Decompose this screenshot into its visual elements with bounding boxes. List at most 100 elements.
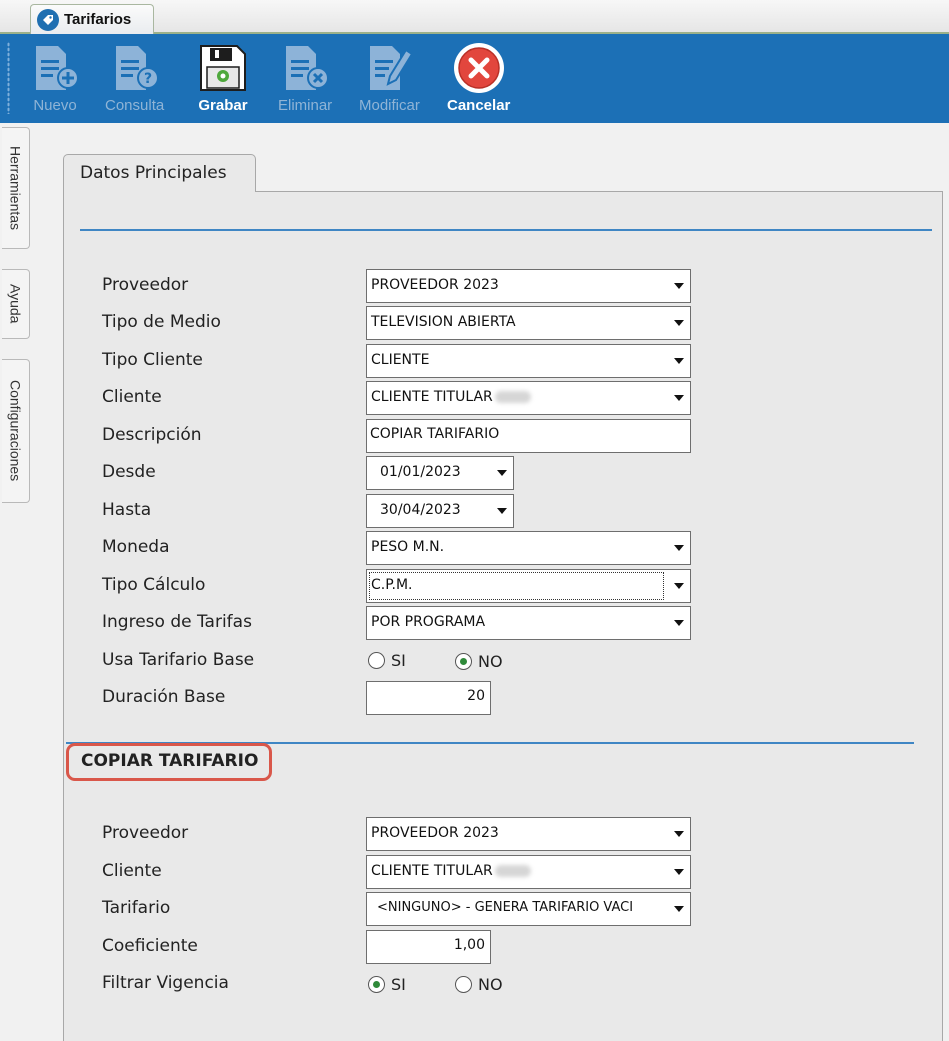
tipo-cliente-label: Tipo Cliente <box>102 350 203 370</box>
new-document-icon <box>28 40 82 96</box>
cliente-select[interactable]: CLIENTE TITULAR <box>366 381 691 415</box>
chevron-down-icon[interactable] <box>668 345 690 377</box>
cliente-label: Cliente <box>102 387 162 407</box>
moneda-select[interactable]: PESO M.N. <box>366 531 691 565</box>
duracion-base-input[interactable]: 20 <box>366 681 491 715</box>
descripcion-input[interactable]: COPIAR TARIFARIO <box>366 419 691 453</box>
tipo-calculo-select[interactable]: C.P.M. <box>366 569 691 603</box>
tipo-medio-select[interactable]: TELEVISION ABIERTA <box>366 306 691 340</box>
copiar-tarifario-title: COPIAR TARIFARIO <box>66 743 272 781</box>
chevron-down-icon[interactable] <box>668 818 690 850</box>
tipo-medio-label: Tipo de Medio <box>102 312 221 332</box>
duracion-base-label: Duración Base <box>102 687 226 707</box>
copiar-proveedor-label: Proveedor <box>102 823 189 843</box>
copiar-cliente-select[interactable]: CLIENTE TITULAR <box>366 855 691 889</box>
tarifario-value: <NINGUNO> - GENERA TARIFARIO VACI <box>377 900 634 915</box>
query-button[interactable]: ? Consulta <box>105 40 164 118</box>
usa-tarifario-base-label: Usa Tarifario Base <box>102 650 255 670</box>
chevron-down-icon[interactable] <box>491 457 513 489</box>
ingreso-tarifas-label: Ingreso de Tarifas <box>102 612 252 632</box>
usa-tarifario-base-si-radio[interactable]: SI <box>368 651 406 670</box>
radio-unchecked-icon <box>455 976 472 993</box>
chevron-down-icon[interactable] <box>668 570 690 602</box>
filtrar-vigencia-label: Filtrar Vigencia <box>102 973 229 993</box>
save-icon <box>196 40 250 96</box>
radio-unchecked-icon <box>368 652 385 669</box>
tipo-medio-value: TELEVISION ABIERTA <box>371 314 516 330</box>
tab-label: Tarifarios <box>64 11 132 28</box>
side-tab-herramientas[interactable]: Herramientas <box>2 127 30 249</box>
radio-checked-icon <box>368 976 385 993</box>
filtrar-vigencia-si-radio[interactable]: SI <box>368 975 406 994</box>
desde-date-picker[interactable]: 01/01/2023 <box>366 456 514 490</box>
toolbar-grip[interactable] <box>7 42 10 114</box>
tipo-calculo-label: Tipo Cálculo <box>102 575 206 595</box>
side-tab-ayuda[interactable]: Ayuda <box>2 269 30 339</box>
chevron-down-icon[interactable] <box>491 495 513 527</box>
proveedor-select[interactable]: PROVEEDOR 2023 <box>366 269 691 303</box>
ingreso-tarifas-value: POR PROGRAMA <box>371 614 486 630</box>
chevron-down-icon[interactable] <box>668 307 690 339</box>
copiar-proveedor-value: PROVEEDOR 2023 <box>371 825 499 841</box>
tarifarios-app-icon <box>37 8 59 31</box>
cancel-button[interactable]: Cancelar <box>447 40 510 118</box>
tab-datos-principales[interactable]: Datos Principales <box>63 154 256 192</box>
radio-label: NO <box>478 652 503 671</box>
moneda-value: PESO M.N. <box>371 539 445 555</box>
form-tab-label: Datos Principales <box>80 163 227 183</box>
proveedor-label: Proveedor <box>102 275 189 295</box>
hasta-date-picker[interactable]: 30/04/2023 <box>366 494 514 528</box>
redacted-text <box>494 391 531 403</box>
filtrar-vigencia-no-radio[interactable]: NO <box>455 975 503 994</box>
new-button-label: Nuevo <box>33 97 77 114</box>
cancel-button-label: Cancelar <box>447 97 511 114</box>
svg-text:?: ? <box>144 71 152 87</box>
delete-button-label: Eliminar <box>278 97 333 114</box>
coeficiente-label: Coeficiente <box>102 936 198 956</box>
side-tab-label: Ayuda <box>7 284 24 324</box>
chevron-down-icon[interactable] <box>668 893 690 925</box>
chevron-down-icon[interactable] <box>668 607 690 639</box>
ingreso-tarifas-select[interactable]: POR PROGRAMA <box>366 606 691 640</box>
radio-label: SI <box>391 975 406 994</box>
copiar-cliente-label: Cliente <box>102 861 162 881</box>
radio-checked-icon <box>455 653 472 670</box>
chevron-down-icon[interactable] <box>668 856 690 888</box>
tab-tarifarios[interactable]: Tarifarios <box>30 4 154 34</box>
usa-tarifario-base-no-radio[interactable]: NO <box>455 652 503 671</box>
toolbar: Nuevo ? Consulta Grabar Eliminar Modific… <box>0 34 949 123</box>
section-divider <box>80 229 932 231</box>
radio-label: SI <box>391 651 406 670</box>
tipo-cliente-select[interactable]: CLIENTE <box>366 344 691 378</box>
modify-button[interactable]: Modificar <box>359 40 420 118</box>
side-tab-label: Herramientas <box>7 145 24 231</box>
side-panel: Herramientas Ayuda Configuraciones <box>0 123 36 1041</box>
copiar-cliente-value: CLIENTE TITULAR <box>371 863 493 879</box>
moneda-label: Moneda <box>102 537 170 557</box>
save-button[interactable]: Grabar <box>196 40 250 118</box>
modify-button-label: Modificar <box>359 97 420 114</box>
redacted-text <box>494 865 531 877</box>
chevron-down-icon[interactable] <box>668 382 690 414</box>
desde-label: Desde <box>102 462 156 482</box>
tipo-cliente-value: CLIENTE <box>371 352 430 368</box>
query-button-label: Consulta <box>105 97 165 114</box>
chevron-down-icon[interactable] <box>668 270 690 302</box>
side-tab-configuraciones[interactable]: Configuraciones <box>2 359 30 503</box>
proveedor-value: PROVEEDOR 2023 <box>371 277 499 293</box>
query-document-icon: ? <box>108 40 162 96</box>
delete-button[interactable]: Eliminar <box>278 40 332 118</box>
new-button[interactable]: Nuevo <box>28 40 82 118</box>
save-button-label: Grabar <box>198 97 248 114</box>
copiar-proveedor-select[interactable]: PROVEEDOR 2023 <box>366 817 691 851</box>
side-tab-label: Configuraciones <box>7 380 24 482</box>
chevron-down-icon[interactable] <box>668 532 690 564</box>
cancel-icon <box>452 40 506 96</box>
tarifario-select[interactable]: <NINGUNO> - GENERA TARIFARIO VACI <box>366 892 691 926</box>
edit-document-icon <box>362 40 416 96</box>
coeficiente-input[interactable]: 1,00 <box>366 930 491 964</box>
tarifario-label: Tarifario <box>102 898 171 918</box>
desde-value: 01/01/2023 <box>380 464 461 480</box>
hasta-label: Hasta <box>102 500 152 520</box>
radio-label: NO <box>478 975 503 994</box>
